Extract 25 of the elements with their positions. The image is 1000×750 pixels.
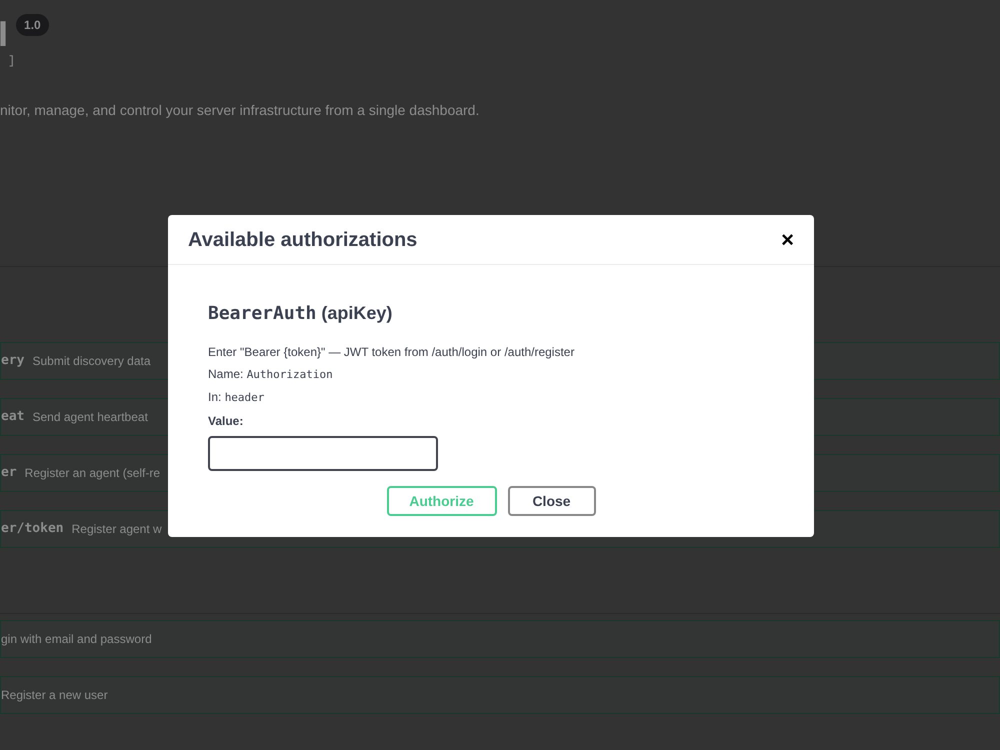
dialog-title: Available authorizations — [188, 228, 418, 252]
scheme-location: In: header — [208, 388, 264, 406]
operation-row[interactable]: Register a new user — [0, 676, 1000, 714]
version-badge: 1.0 — [16, 14, 49, 36]
scheme-description: Enter "Bearer {token}" — JWT token from /auth/login or /auth/register — [208, 344, 574, 361]
operation-summary: Register a new user — [1, 687, 108, 704]
operation-summary: Register agent w — [72, 521, 162, 538]
operation-path: eat — [1, 408, 24, 426]
operation-row[interactable]: gin with email and password — [0, 620, 1000, 658]
operation-path: er/token — [1, 520, 64, 538]
scheme-heading: BearerAuth (apiKey) — [208, 302, 392, 326]
close-button[interactable]: Close — [508, 486, 596, 516]
operation-path: er — [1, 464, 17, 482]
authorize-button[interactable]: Authorize — [386, 486, 496, 516]
api-description: nitor, manage, and control your server infrastructure from a single dashboard. — [0, 101, 480, 120]
scheme-name: Name: Authorization — [208, 366, 333, 383]
value-field[interactable] — [208, 436, 438, 471]
api-title: I — [0, 14, 8, 54]
operation-summary: gin with email and password — [1, 631, 152, 648]
value-label: Value: — [208, 413, 244, 430]
base-url: ] — [8, 53, 16, 70]
operation-path: ery — [1, 352, 24, 370]
operation-summary: Register an agent (self-re — [24, 465, 160, 482]
operation-summary: Submit discovery data — [32, 353, 151, 370]
operation-summary: Send agent heartbeat — [32, 409, 148, 426]
